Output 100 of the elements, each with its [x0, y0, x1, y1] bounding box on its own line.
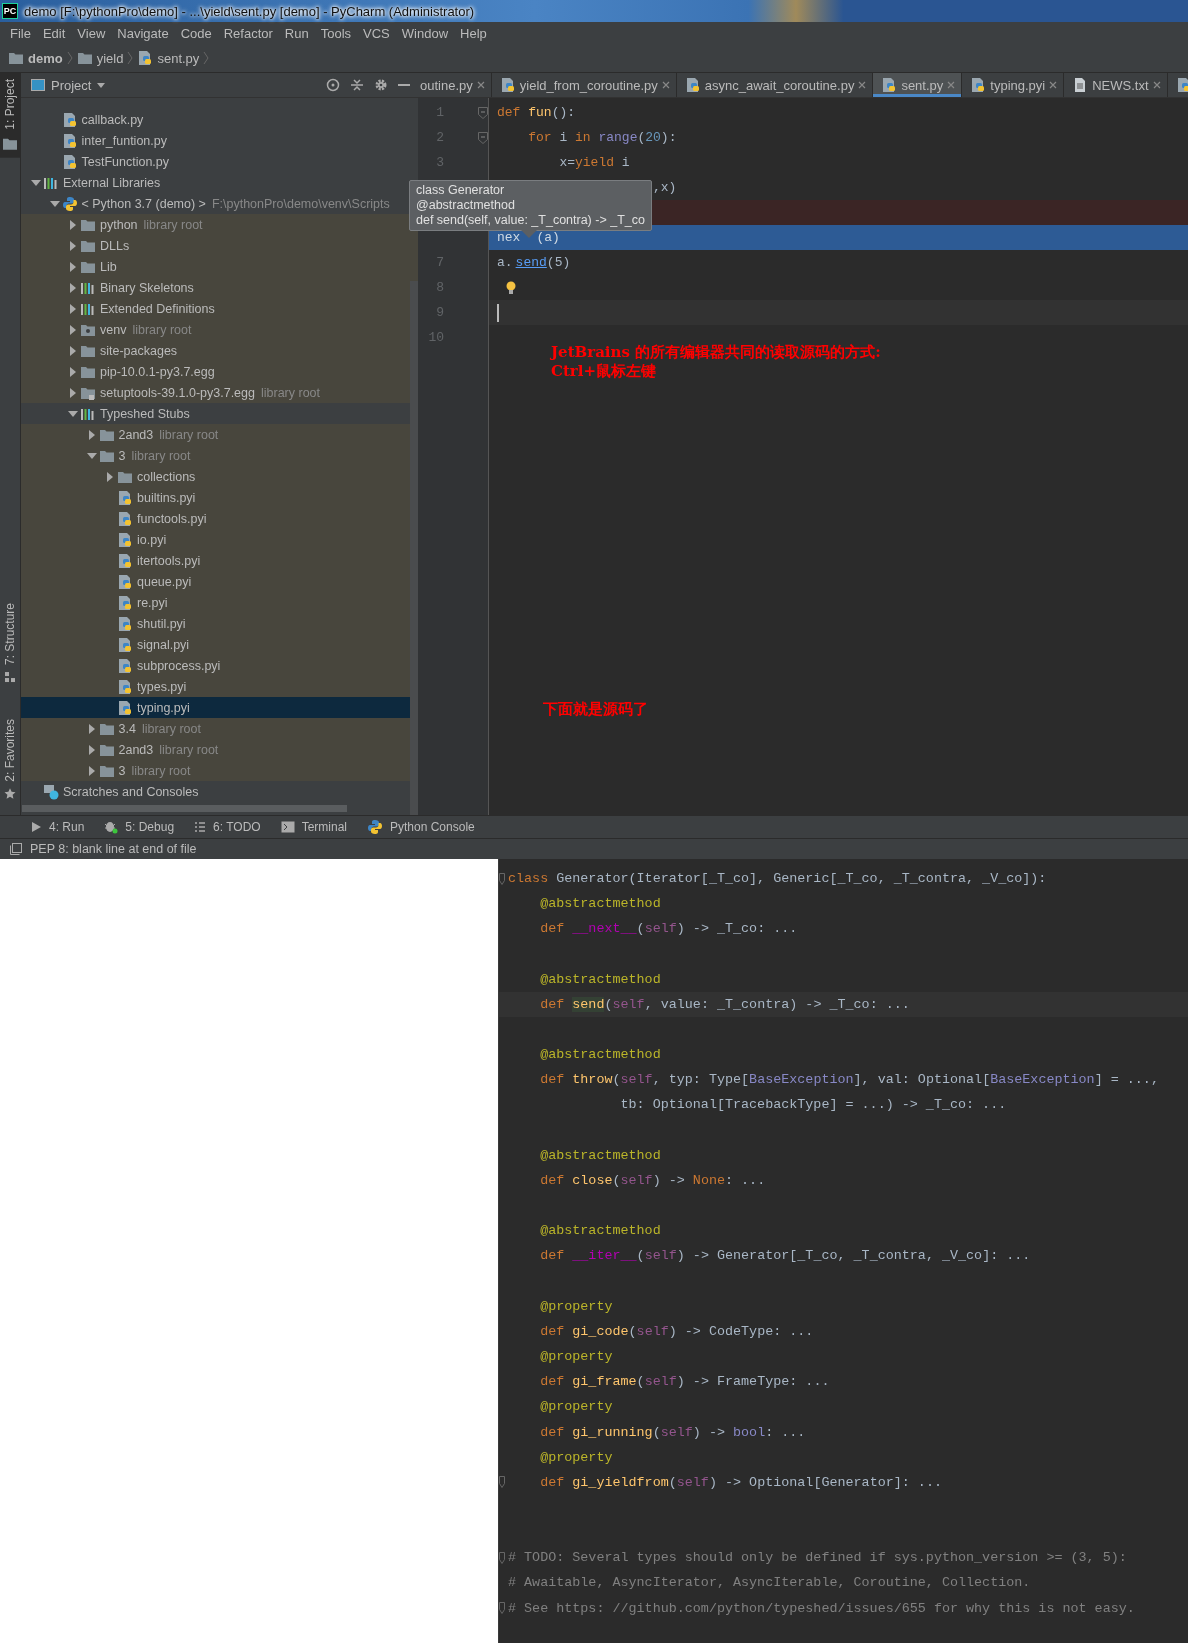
menu-item[interactable]: Help [454, 25, 493, 41]
code-line: x=yield i [558, 155, 630, 170]
annotation-text: 下面就是源码了 [543, 700, 649, 719]
python-file-icon [117, 531, 133, 548]
code-line: # TODO: Several types should only be defined if sys.python_version >= (3, 5): [508, 1550, 1127, 1566]
tree-item[interactable]: callback.py [47, 111, 144, 128]
status-message: PEP 8: blank line at end of file [30, 842, 197, 856]
menu-item[interactable]: Refactor [217, 25, 279, 41]
tree-item[interactable]: < Python 3.7 (demo) > F:\pythonPro\demo\venv\Scripts [47, 195, 390, 212]
breadcrumb[interactable]: sent.py [137, 50, 200, 66]
fold-marker-icon[interactable] [499, 1476, 505, 1489]
fold-marker-icon[interactable] [499, 872, 505, 885]
chevron-icon [127, 51, 134, 65]
python-file-icon [117, 552, 133, 569]
python-file-icon [117, 636, 133, 653]
editor-tab[interactable]: typing.pyi [962, 73, 1065, 97]
tree-item[interactable]: inter_funtion.py [47, 132, 167, 149]
chevron-icon [66, 51, 73, 65]
close-icon[interactable] [947, 81, 956, 89]
close-icon[interactable] [1152, 81, 1161, 89]
breadcrumb[interactable]: demo [8, 50, 63, 66]
tree-item[interactable]: signal.pyi [103, 636, 190, 653]
tree-item[interactable]: Lib [66, 258, 117, 275]
tree-item[interactable]: External Libraries [29, 174, 161, 191]
tool-window-button[interactable]: Python Console [367, 819, 475, 835]
python-file-icon [117, 510, 133, 527]
tree-item[interactable]: itertools.pyi [103, 552, 201, 569]
menu-item[interactable]: View [71, 25, 112, 41]
menu-item[interactable]: Code [174, 25, 218, 41]
python-logo-icon [61, 195, 78, 212]
menu-item[interactable]: Window [395, 25, 455, 41]
code-line: # Awaitable, AsyncIterator, AsyncIterable, Coroutine, Collection. [508, 1575, 1031, 1591]
tree-item[interactable]: queue.pyi [103, 573, 192, 590]
python-file-icon [61, 132, 78, 149]
menu-item[interactable]: File [4, 25, 37, 41]
code-line: def gi_code(self) -> CodeType: ... [539, 1323, 814, 1339]
close-icon[interactable] [661, 81, 670, 89]
code-line: for i in range(20): [527, 130, 677, 145]
code-line: @abstractmethod [539, 896, 661, 912]
close-icon[interactable] [1049, 81, 1058, 89]
tree-item[interactable]: shutil.pyi [103, 615, 186, 632]
code-text: nex [497, 230, 521, 245]
code-text: (a) [536, 230, 560, 245]
tool-window-button[interactable]: 6: TODO [194, 820, 261, 834]
collapse-icon[interactable] [350, 78, 364, 92]
close-icon[interactable] [858, 81, 867, 89]
caret-icon [97, 82, 106, 88]
code-line: def gi_frame(self) -> FrameType: ... [539, 1374, 830, 1390]
menu-item[interactable]: Tools [314, 25, 358, 41]
fold-marker-icon[interactable] [478, 131, 488, 144]
tree-item[interactable]: Scratches and Consoles [29, 783, 199, 800]
python-file-icon [61, 111, 78, 128]
code-line: def gi_yieldfrom(self) -> Optional[Generator]: ... [539, 1474, 942, 1490]
layout-icon[interactable] [10, 843, 22, 855]
editor-tab[interactable]: outine.py [418, 73, 492, 97]
target-icon[interactable] [326, 78, 340, 92]
menu-item[interactable]: Edit [36, 25, 72, 41]
play-icon [30, 821, 42, 833]
code-line: @abstractmethod [539, 1223, 661, 1239]
tree-item[interactable]: builtins.pyi [103, 489, 196, 506]
fold-marker-icon[interactable] [499, 1602, 505, 1615]
tree-item[interactable]: Typeshed Stubs [66, 405, 190, 422]
code-line: @property [539, 1298, 613, 1314]
editor-tab[interactable]: NEWS.txt [1064, 73, 1168, 97]
code-link[interactable]: send [515, 255, 547, 270]
menu-item[interactable]: Navigate [111, 25, 175, 41]
tree-item[interactable]: typing.pyi [103, 699, 190, 716]
tool-window-button[interactable]: 5: Debug [104, 820, 175, 834]
scrollbar[interactable] [22, 805, 347, 812]
settings-icon[interactable] [374, 78, 388, 92]
tree-item[interactable]: re.pyi [103, 594, 168, 611]
list-icon [194, 821, 207, 833]
tool-window-tab[interactable]: 1: Project [0, 73, 20, 158]
tool-window-tab[interactable]: 7: Structure [0, 597, 20, 690]
window-icon [31, 79, 45, 91]
breadcrumb[interactable]: yield [76, 50, 124, 66]
fold-marker-icon[interactable] [499, 1551, 505, 1564]
close-icon[interactable] [476, 81, 485, 89]
tool-window-tab[interactable]: 2: Favorites [0, 713, 20, 806]
menu-item[interactable]: Run [278, 25, 315, 41]
tool-window-button[interactable]: 4: Run [30, 820, 85, 834]
menu-item[interactable]: VCS [357, 25, 396, 41]
window-title: demo [F:\pythonPro\demo] - ...\yield\sent.py [demo] - PyCharm (Administrator) [24, 3, 475, 19]
editor-tab[interactable]: yield_from_coroutine.py [491, 73, 677, 97]
code-line: @property [539, 1399, 613, 1415]
editor-tab[interactable]: sent.py [873, 73, 963, 97]
tree-item[interactable]: types.pyi [103, 678, 187, 695]
scrollbar[interactable] [410, 281, 418, 815]
lightbulb-icon[interactable] [505, 280, 517, 295]
panel-title[interactable]: Project [31, 77, 106, 93]
tree-item[interactable]: collections [103, 468, 196, 485]
fold-marker-icon[interactable] [478, 106, 488, 119]
code-line: tb: Optional[TracebackType] = ...) -> _T_co: ... [619, 1097, 1007, 1113]
tree-item[interactable]: TestFunction.py [47, 153, 170, 170]
python-file-icon [117, 657, 133, 674]
tool-window-button[interactable]: Terminal [280, 820, 347, 834]
tree-item[interactable]: DLLs [66, 237, 130, 254]
tree-item[interactable]: io.pyi [103, 531, 167, 548]
code-line: a. send(5) [497, 255, 571, 270]
python-file-icon [117, 594, 133, 611]
